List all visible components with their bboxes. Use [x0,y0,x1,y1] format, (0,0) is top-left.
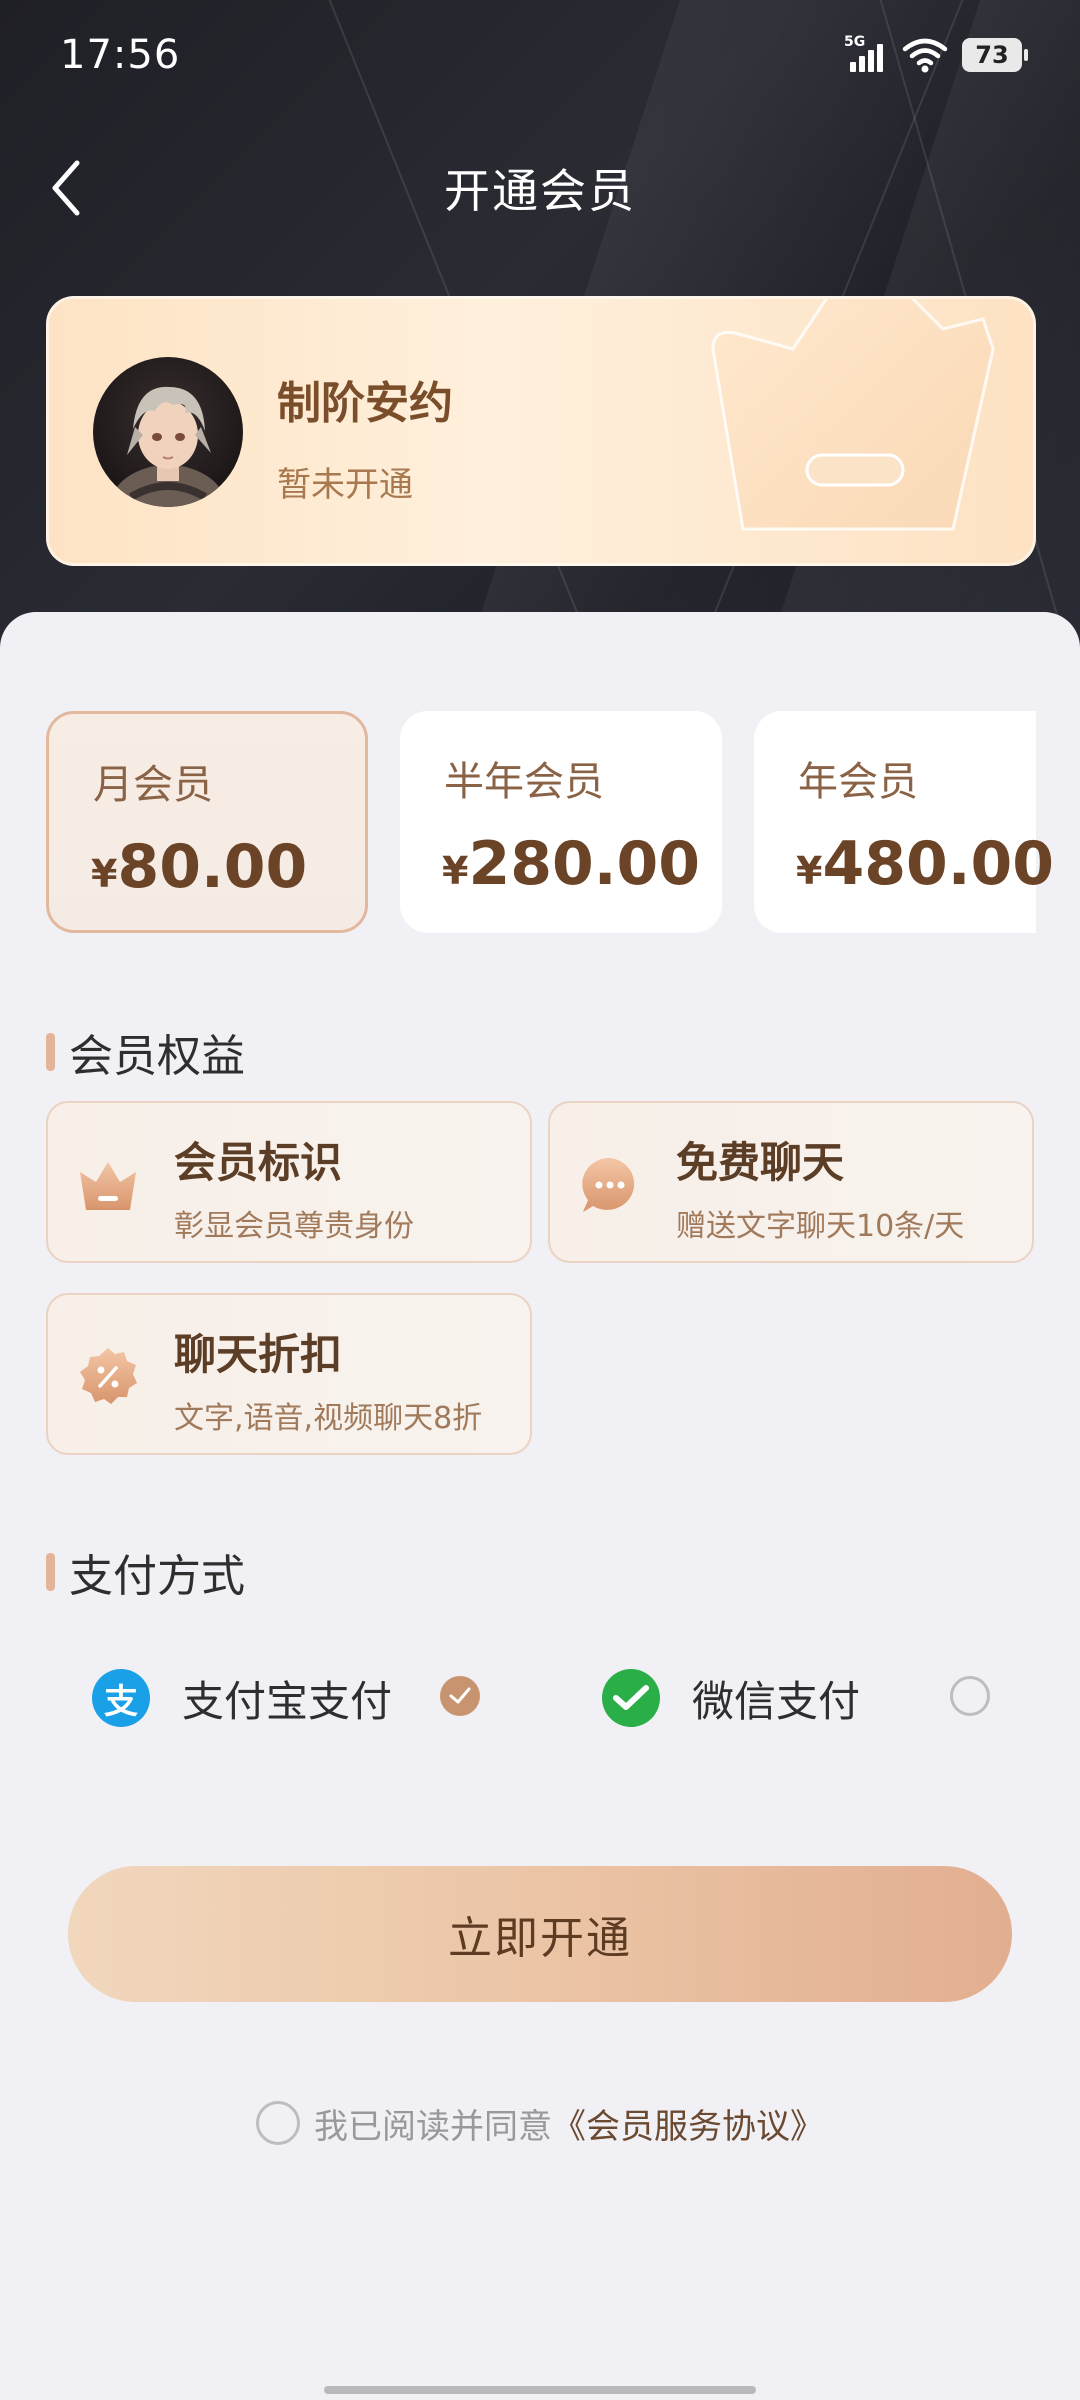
plan-card-yearly[interactable]: 年会员 ¥480.00 [754,711,1054,933]
crown-decoration-icon [711,299,995,531]
benefit-desc: 文字,语音,视频聊天8折 [174,1401,483,1436]
benefit-desc: 彰显会员尊贵身份 [174,1209,414,1244]
chevron-left-icon [52,160,80,216]
battery-indicator: 73 [962,38,1028,72]
benefit-title: 免费聊天 [676,1138,845,1187]
alipay-radio[interactable] [440,1676,480,1716]
discount-badge-icon [76,1345,140,1409]
chat-bubble-icon [578,1153,642,1217]
activate-button[interactable]: 立即开通 [68,1866,1012,2002]
plan-name: 月会员 [93,762,213,808]
page-title: 开通会员 [444,164,636,218]
benefit-card-free-chat: 免费聊天 赠送文字聊天10条/天 [548,1101,1034,1263]
home-indicator [324,2386,756,2394]
membership-status: 暂未开通 [277,465,413,505]
payment-label: 微信支付 [692,1676,861,1726]
plan-name: 半年会员 [444,759,604,805]
wechat-pay-icon [602,1669,660,1727]
plan-price: ¥80.00 [91,832,308,902]
status-bar: 17:56 5G 73 [0,0,1080,110]
benefit-title: 会员标识 [174,1138,343,1187]
benefit-desc: 赠送文字聊天10条/天 [676,1209,965,1244]
crown-icon [76,1153,140,1217]
agreement-row: 我已阅读并同意《会员服务协议》 [0,2098,1080,2148]
avatar[interactable] [93,357,243,507]
payment-label: 支付宝支付 [182,1676,393,1726]
cellular-signal-icon: 5G [844,34,888,72]
benefits-section-title: 会员权益 [46,1020,245,1084]
profile-name: 制阶安约 [277,378,453,429]
plan-name: 年会员 [798,759,918,805]
check-icon [449,1687,471,1704]
nav-bar: 开通会员 [0,140,1080,236]
status-icons: 5G 73 [844,34,1028,73]
back-button[interactable] [36,158,96,218]
alipay-icon: 支 [92,1669,150,1727]
profile-card: 制阶安约 暂未开通 [46,296,1036,566]
status-time: 17:56 [60,32,181,78]
benefit-card-badge: 会员标识 彰显会员尊贵身份 [46,1101,532,1263]
agreement-link[interactable]: 《会员服务协议》 [552,2107,824,2147]
payment-option-alipay[interactable]: 支 支付宝支付 [92,1666,392,1730]
benefit-card-discount: 聊天折扣 文字,语音,视频聊天8折 [46,1293,532,1455]
agreement-checkbox[interactable] [256,2101,300,2145]
plan-card-half-year[interactable]: 半年会员 ¥280.00 [400,711,722,933]
wifi-icon [902,38,948,73]
plan-card-monthly[interactable]: 月会员 ¥80.00 [46,711,368,933]
plan-price: ¥280.00 [442,829,700,899]
plan-price: ¥480.00 [796,829,1054,899]
agreement-text: 我已阅读并同意 [314,2106,552,2147]
benefit-title: 聊天折扣 [174,1330,343,1379]
wechat-radio[interactable] [950,1676,990,1716]
payment-option-wechat[interactable]: 微信支付 [602,1666,860,1730]
payment-section-title: 支付方式 [46,1540,245,1604]
